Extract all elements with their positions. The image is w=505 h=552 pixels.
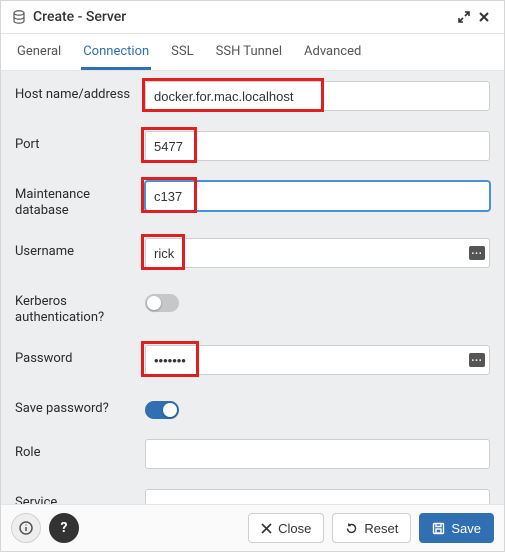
tab-general[interactable]: General [15, 34, 63, 70]
expand-icon[interactable] [454, 7, 474, 27]
tab-ssh-tunnel[interactable]: SSH Tunnel [214, 34, 284, 70]
tab-bar: General Connection SSL SSH Tunnel Advanc… [1, 34, 504, 71]
titlebar: Create - Server [1, 1, 504, 34]
role-input[interactable] [145, 439, 490, 469]
dialog-footer: ? Close Reset [1, 504, 504, 551]
save-button-label: Save [451, 521, 481, 536]
close-button-label: Close [278, 521, 311, 536]
kerberos-toggle[interactable] [145, 294, 179, 312]
reset-button-label: Reset [364, 521, 398, 536]
dialog-title: Create - Server [33, 9, 126, 25]
password-label: Password [15, 345, 135, 367]
username-label: Username [15, 238, 135, 260]
close-icon[interactable] [474, 7, 494, 27]
server-icon [11, 9, 27, 25]
form-body: Host name/address Port Maintenance datab… [1, 71, 504, 504]
tab-connection[interactable]: Connection [81, 34, 151, 70]
tab-advanced[interactable]: Advanced [302, 34, 363, 70]
maintenance-db-label: Maintenance database [15, 181, 135, 218]
info-button[interactable] [11, 513, 41, 543]
username-options-icon[interactable]: ••• [469, 246, 485, 260]
port-input[interactable] [145, 131, 490, 161]
username-input[interactable] [145, 238, 490, 268]
save-button[interactable]: Save [419, 513, 494, 543]
help-button[interactable]: ? [49, 513, 79, 543]
reset-button[interactable]: Reset [332, 513, 411, 543]
tab-ssl[interactable]: SSL [169, 34, 195, 70]
password-input[interactable] [145, 345, 490, 375]
host-label: Host name/address [15, 81, 135, 103]
close-button[interactable]: Close [248, 513, 324, 543]
role-label: Role [15, 439, 135, 461]
port-label: Port [15, 131, 135, 153]
save-password-label: Save password? [15, 395, 135, 417]
kerberos-label: Kerberos authentication? [15, 288, 135, 325]
reset-icon [345, 522, 358, 535]
create-server-dialog: Create - Server General Connection SSL S… [0, 0, 505, 552]
service-label: Service [15, 489, 135, 504]
save-password-toggle[interactable] [145, 401, 179, 419]
host-input[interactable] [145, 81, 490, 111]
save-icon [432, 522, 445, 535]
service-input[interactable] [145, 489, 490, 504]
maintenance-db-input[interactable] [145, 181, 490, 211]
password-options-icon[interactable]: ••• [469, 353, 485, 367]
close-x-icon [261, 523, 272, 534]
